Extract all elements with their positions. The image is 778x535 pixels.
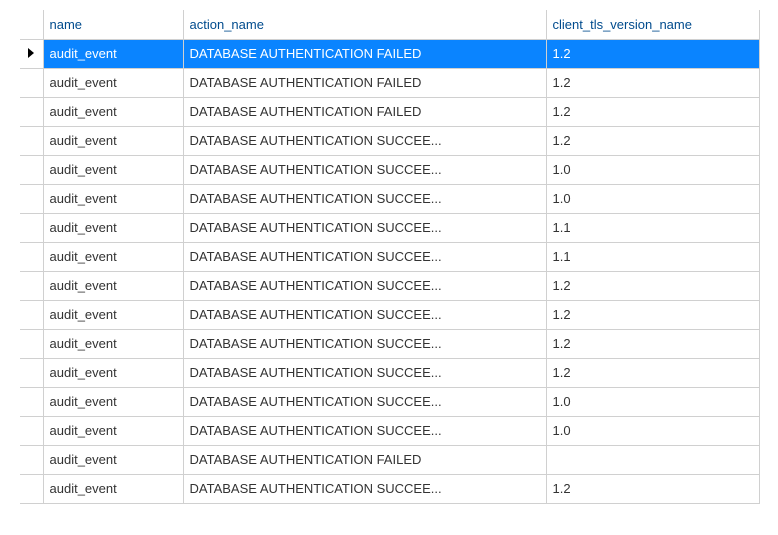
cell-tls-version[interactable]: 1.2 (546, 126, 759, 155)
cell-action-name[interactable]: DATABASE AUTHENTICATION SUCCEE... (183, 126, 546, 155)
row-gutter[interactable] (20, 445, 43, 474)
cell-tls-version[interactable] (546, 445, 759, 474)
cell-action-name[interactable]: DATABASE AUTHENTICATION SUCCEE... (183, 155, 546, 184)
results-grid[interactable]: name action_name client_tls_version_name… (20, 10, 760, 504)
cell-name[interactable]: audit_event (43, 445, 183, 474)
cell-tls-version[interactable]: 1.2 (546, 474, 759, 503)
cell-action-name[interactable]: DATABASE AUTHENTICATION FAILED (183, 39, 546, 68)
row-gutter[interactable] (20, 155, 43, 184)
row-gutter[interactable] (20, 184, 43, 213)
table-row[interactable]: audit_eventDATABASE AUTHENTICATION SUCCE… (20, 358, 759, 387)
table-row[interactable]: audit_eventDATABASE AUTHENTICATION SUCCE… (20, 300, 759, 329)
row-gutter[interactable] (20, 39, 43, 68)
cell-name[interactable]: audit_event (43, 155, 183, 184)
row-gutter[interactable] (20, 387, 43, 416)
cell-name[interactable]: audit_event (43, 97, 183, 126)
row-header-gutter (20, 10, 43, 39)
col-header-tls[interactable]: client_tls_version_name (546, 10, 759, 39)
cell-tls-version[interactable]: 1.0 (546, 155, 759, 184)
cell-tls-version[interactable]: 1.2 (546, 271, 759, 300)
cell-action-name[interactable]: DATABASE AUTHENTICATION SUCCEE... (183, 184, 546, 213)
row-gutter[interactable] (20, 213, 43, 242)
row-gutter[interactable] (20, 97, 43, 126)
col-header-name[interactable]: name (43, 10, 183, 39)
table-row[interactable]: audit_eventDATABASE AUTHENTICATION SUCCE… (20, 474, 759, 503)
cell-tls-version[interactable]: 1.2 (546, 329, 759, 358)
row-gutter[interactable] (20, 329, 43, 358)
table-row[interactable]: audit_eventDATABASE AUTHENTICATION SUCCE… (20, 126, 759, 155)
cell-action-name[interactable]: DATABASE AUTHENTICATION SUCCEE... (183, 242, 546, 271)
table-row[interactable]: audit_eventDATABASE AUTHENTICATION SUCCE… (20, 329, 759, 358)
cell-tls-version[interactable]: 1.2 (546, 300, 759, 329)
cell-name[interactable]: audit_event (43, 474, 183, 503)
cell-tls-version[interactable]: 1.1 (546, 242, 759, 271)
cell-name[interactable]: audit_event (43, 358, 183, 387)
cell-tls-version[interactable]: 1.2 (546, 39, 759, 68)
cell-tls-version[interactable]: 1.2 (546, 97, 759, 126)
cell-action-name[interactable]: DATABASE AUTHENTICATION SUCCEE... (183, 474, 546, 503)
cell-name[interactable]: audit_event (43, 271, 183, 300)
cell-name[interactable]: audit_event (43, 329, 183, 358)
table-row[interactable]: audit_eventDATABASE AUTHENTICATION SUCCE… (20, 242, 759, 271)
cell-action-name[interactable]: DATABASE AUTHENTICATION FAILED (183, 445, 546, 474)
row-gutter[interactable] (20, 126, 43, 155)
cell-action-name[interactable]: DATABASE AUTHENTICATION SUCCEE... (183, 329, 546, 358)
table-row[interactable]: audit_eventDATABASE AUTHENTICATION SUCCE… (20, 271, 759, 300)
cell-tls-version[interactable]: 1.2 (546, 358, 759, 387)
cell-tls-version[interactable]: 1.0 (546, 184, 759, 213)
row-gutter[interactable] (20, 242, 43, 271)
cell-name[interactable]: audit_event (43, 387, 183, 416)
row-gutter[interactable] (20, 358, 43, 387)
cell-action-name[interactable]: DATABASE AUTHENTICATION SUCCEE... (183, 271, 546, 300)
col-header-action-name[interactable]: action_name (183, 10, 546, 39)
cell-action-name[interactable]: DATABASE AUTHENTICATION FAILED (183, 97, 546, 126)
table-row[interactable]: audit_eventDATABASE AUTHENTICATION FAILE… (20, 97, 759, 126)
table-row[interactable]: audit_eventDATABASE AUTHENTICATION FAILE… (20, 68, 759, 97)
cell-name[interactable]: audit_event (43, 416, 183, 445)
header-row: name action_name client_tls_version_name (20, 10, 759, 39)
row-gutter[interactable] (20, 300, 43, 329)
cell-tls-version[interactable]: 1.1 (546, 213, 759, 242)
table-row[interactable]: audit_eventDATABASE AUTHENTICATION FAILE… (20, 39, 759, 68)
table-row[interactable]: audit_eventDATABASE AUTHENTICATION SUCCE… (20, 155, 759, 184)
row-gutter[interactable] (20, 68, 43, 97)
row-gutter[interactable] (20, 271, 43, 300)
table-row[interactable]: audit_eventDATABASE AUTHENTICATION SUCCE… (20, 387, 759, 416)
cell-name[interactable]: audit_event (43, 300, 183, 329)
row-gutter[interactable] (20, 416, 43, 445)
cell-action-name[interactable]: DATABASE AUTHENTICATION FAILED (183, 68, 546, 97)
current-row-indicator-icon (28, 48, 34, 58)
table-row[interactable]: audit_eventDATABASE AUTHENTICATION SUCCE… (20, 416, 759, 445)
table-row[interactable]: audit_eventDATABASE AUTHENTICATION FAILE… (20, 445, 759, 474)
cell-tls-version[interactable]: 1.0 (546, 387, 759, 416)
cell-name[interactable]: audit_event (43, 184, 183, 213)
cell-action-name[interactable]: DATABASE AUTHENTICATION SUCCEE... (183, 358, 546, 387)
cell-action-name[interactable]: DATABASE AUTHENTICATION SUCCEE... (183, 213, 546, 242)
cell-tls-version[interactable]: 1.2 (546, 68, 759, 97)
cell-action-name[interactable]: DATABASE AUTHENTICATION SUCCEE... (183, 300, 546, 329)
cell-tls-version[interactable]: 1.0 (546, 416, 759, 445)
cell-name[interactable]: audit_event (43, 213, 183, 242)
table-row[interactable]: audit_eventDATABASE AUTHENTICATION SUCCE… (20, 184, 759, 213)
cell-name[interactable]: audit_event (43, 39, 183, 68)
row-gutter[interactable] (20, 474, 43, 503)
table-row[interactable]: audit_eventDATABASE AUTHENTICATION SUCCE… (20, 213, 759, 242)
cell-action-name[interactable]: DATABASE AUTHENTICATION SUCCEE... (183, 416, 546, 445)
cell-action-name[interactable]: DATABASE AUTHENTICATION SUCCEE... (183, 387, 546, 416)
cell-name[interactable]: audit_event (43, 68, 183, 97)
cell-name[interactable]: audit_event (43, 126, 183, 155)
cell-name[interactable]: audit_event (43, 242, 183, 271)
